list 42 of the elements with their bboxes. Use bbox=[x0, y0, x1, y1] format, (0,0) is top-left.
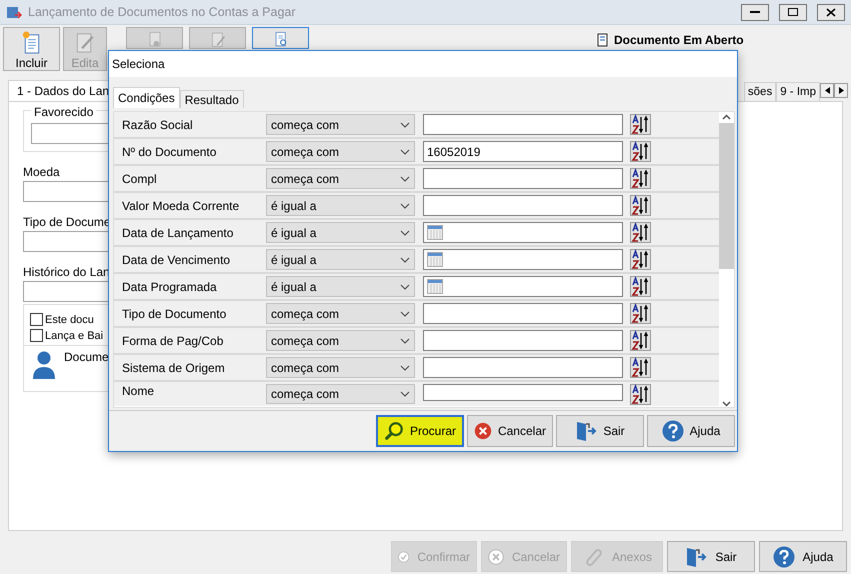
dialog-button[interactable]: Sair bbox=[556, 415, 644, 447]
tab[interactable]: sões bbox=[744, 82, 776, 101]
field-label: Sistema de Origem bbox=[121, 360, 226, 374]
tab[interactable]: Condições bbox=[113, 87, 180, 108]
field-label: Tipo de Documento bbox=[121, 306, 228, 320]
document-status: Documento Em Aberto bbox=[614, 33, 744, 47]
toolbar-button[interactable]: Incluir bbox=[3, 27, 60, 71]
field-label: Data Programada bbox=[121, 280, 218, 294]
group-label: Favorecido bbox=[31, 105, 96, 119]
field-label: Moeda bbox=[23, 165, 60, 179]
operator-select[interactable]: começa com bbox=[266, 168, 415, 189]
operator-select[interactable]: começa com bbox=[266, 330, 415, 351]
operator-select[interactable]: começa com bbox=[266, 303, 415, 324]
footer-button[interactable]: Sair bbox=[667, 541, 755, 572]
dialog-button[interactable]: Cancelar bbox=[467, 415, 553, 447]
tab[interactable]: 9 - Imp bbox=[776, 82, 820, 101]
operator-select[interactable]: começa com bbox=[266, 384, 415, 404]
field-label: Compl bbox=[121, 172, 158, 186]
field-label: Nome bbox=[121, 384, 156, 398]
operator-select[interactable]: é igual a bbox=[266, 276, 415, 297]
dialog-button[interactable]: Ajuda bbox=[647, 415, 735, 447]
dialog-title: Seleciona bbox=[112, 57, 165, 71]
field-label: Data de Lançamento bbox=[121, 226, 234, 240]
window-title: Lançamento de Documentos no Contas a Pagar bbox=[28, 5, 297, 19]
footer-button[interactable]: Ajuda bbox=[759, 541, 847, 572]
field-label: Forma de Pag/Cob bbox=[121, 334, 224, 348]
field-label: Valor Moeda Corrente bbox=[121, 198, 240, 212]
field-label: Nº do Documento bbox=[121, 144, 218, 158]
checkbox-label: Lança e Bai bbox=[45, 330, 104, 342]
operator-select[interactable]: começa com bbox=[266, 114, 415, 135]
dialog-button[interactable]: Procurar bbox=[376, 415, 464, 447]
field-label: Data de Vencimento bbox=[121, 252, 232, 266]
operator-select[interactable]: é igual a bbox=[266, 249, 415, 270]
operator-select[interactable]: é igual a bbox=[266, 222, 415, 243]
operator-select[interactable]: é igual a bbox=[266, 195, 415, 216]
checkbox-label: Este docu bbox=[45, 314, 94, 326]
operator-select[interactable]: começa com bbox=[266, 357, 415, 378]
tab[interactable]: Resultado bbox=[180, 90, 244, 108]
operator-select[interactable]: começa com bbox=[266, 141, 415, 162]
value-field[interactable]: 16052019 bbox=[423, 141, 623, 162]
info-text: Docume bbox=[64, 350, 109, 364]
field-label: Razão Social bbox=[121, 118, 194, 132]
